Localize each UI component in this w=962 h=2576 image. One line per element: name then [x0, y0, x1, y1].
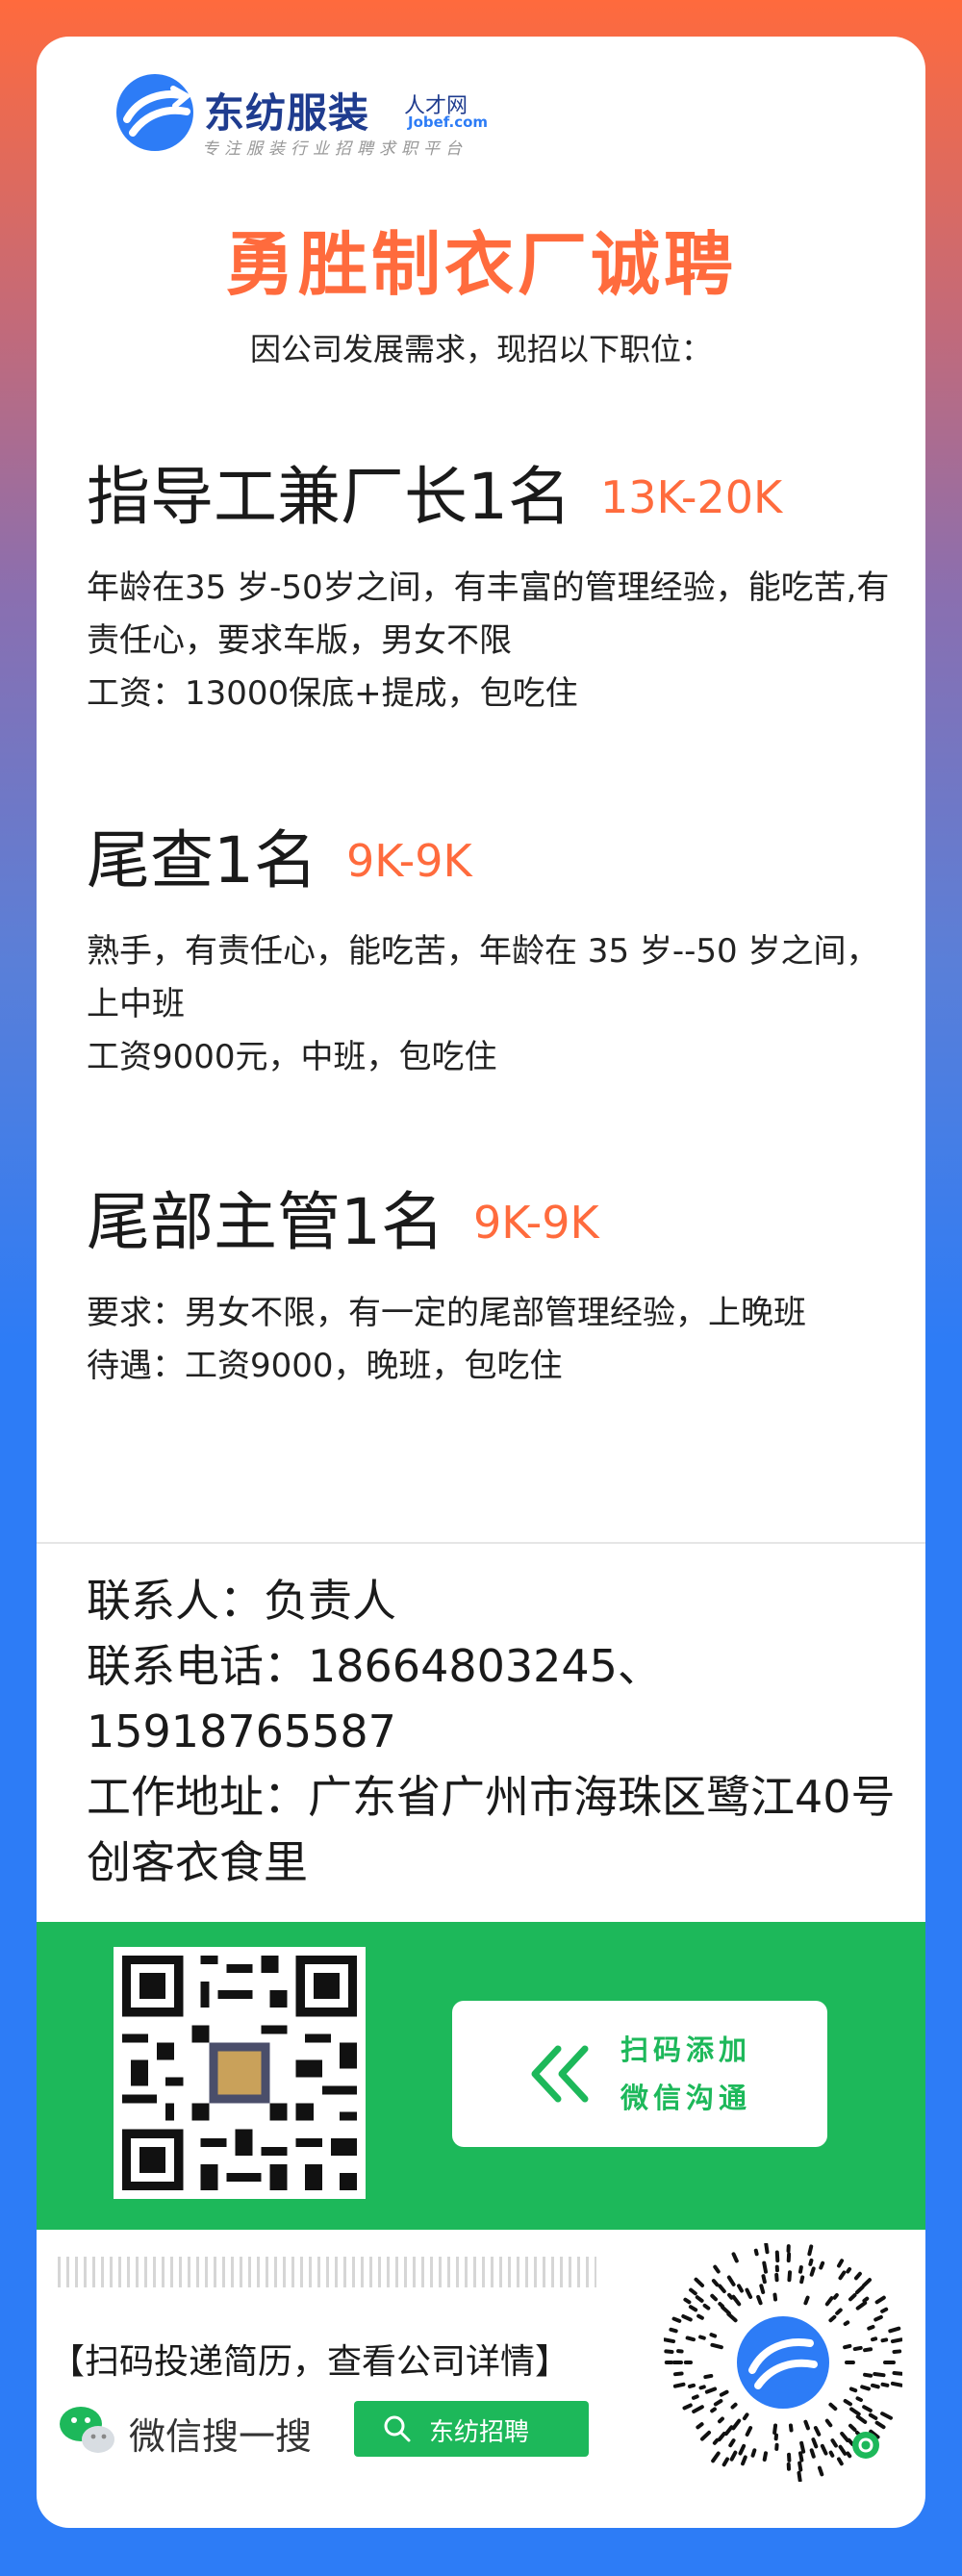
page-title: 勇胜制衣厂诚聘: [224, 224, 737, 305]
mini-program-code[interactable]: [664, 2243, 902, 2482]
job-item: 尾查1名 9K-9K 熟手，有责任心，能吃苦，年龄在 35 岁--50 岁之间，上…: [87, 814, 895, 1084]
logo-mark-icon: [116, 74, 193, 151]
job-desc-line: 工资：13000保底+提成，包吃住: [87, 673, 578, 713]
job-salary: 9K-9K: [473, 1196, 599, 1249]
job-desc-line: 工资9000元，中班，包吃住: [87, 1037, 497, 1076]
job-title: 尾部主管1名: [87, 1184, 444, 1259]
decorative-ticks: [58, 2257, 596, 2287]
job-item: 尾部主管1名 9K-9K 要求：男女不限，有一定的尾部管理经验，上晚班 待遇：工资…: [87, 1175, 895, 1393]
bottom-section: 【扫码投递简历，查看公司详情】 微信搜一搜 东纺招聘: [37, 2230, 925, 2528]
scan-resume-text: 【扫码投递简历，查看公司详情】: [50, 2342, 570, 2382]
wechat-add-label: 扫码添加 微信沟通: [620, 2026, 751, 2122]
logo-slogan: 专注服装行业招聘求职平台: [202, 139, 468, 159]
job-description: 要求：男女不限，有一定的尾部管理经验，上晚班 待遇：工资9000，晚班，包吃住: [87, 1287, 895, 1393]
job-desc-line: 要求：男女不限，有一定的尾部管理经验，上晚班: [87, 1293, 806, 1332]
poster-card: 东纺服装 人才网 Jobef.com 专注服装行业招聘求职平台 勇胜制衣厂诚聘 …: [37, 37, 925, 2528]
wechat-search-label: 微信搜一搜: [129, 2415, 313, 2458]
logo-domain: Jobef.com: [408, 114, 489, 131]
contact-address: 工作地址：广东省广州市海珠区鹭江40号创客衣食里: [87, 1771, 896, 1888]
contact-info: 联系人：负责人 联系电话：18664803245、15918765587 工作地…: [87, 1568, 904, 1895]
job-desc-line: 熟手，有责任心，能吃苦，年龄在 35 岁--50 岁之间，上中班: [87, 931, 879, 1023]
scan-add-wechat-button[interactable]: 扫码添加 微信沟通: [452, 2001, 827, 2147]
brand-logo: 东纺服装 人才网 Jobef.com 专注服装行业招聘求职平台: [114, 71, 518, 187]
divider: [37, 1542, 925, 1544]
wechat-add-line: 扫码添加: [620, 2033, 752, 2066]
contact-phone[interactable]: 联系电话：18664803245、15918765587: [87, 1633, 904, 1764]
job-salary: 9K-9K: [346, 834, 472, 887]
job-desc-line: 年龄在35 岁-50岁之间，有丰富的管理经验，能吃苦,有责任心，要求车版，男女不…: [87, 568, 890, 660]
wechat-search-row: 微信搜一搜 东纺招聘: [56, 2401, 595, 2459]
logo-name: 东纺服装: [204, 89, 370, 137]
job-description: 年龄在35 岁-50岁之间，有丰富的管理经验，能吃苦,有责任心，要求车版，男女不…: [87, 562, 895, 720]
search-query: 东纺招聘: [429, 2418, 530, 2447]
page-subtitle: 因公司发展需求，现招以下职位：: [249, 331, 712, 367]
contact-person: 联系人：负责人: [87, 1575, 396, 1627]
wechat-add-line: 微信沟通: [620, 2082, 752, 2114]
job-title: 尾查1名: [87, 822, 317, 897]
search-box[interactable]: 东纺招聘: [354, 2401, 589, 2457]
job-item: 指导工兼厂长1名 13K-20K 年龄在35 岁-50岁之间，有丰富的管理经验，能…: [87, 450, 895, 720]
job-salary: 13K-20K: [600, 470, 783, 523]
double-chevron-left-icon: [531, 2045, 589, 2103]
wechat-qr-code[interactable]: [114, 1947, 366, 2199]
wechat-add-section: 扫码添加 微信沟通: [37, 1922, 925, 2230]
job-title: 指导工兼厂长1名: [87, 459, 571, 534]
job-desc-line: 待遇：工资9000，晚班，包吃住: [87, 1346, 563, 1385]
search-icon: [384, 2415, 411, 2442]
wechat-icon: [60, 2407, 114, 2453]
job-description: 熟手，有责任心，能吃苦，年龄在 35 岁--50 岁之间，上中班 工资9000元…: [87, 925, 895, 1084]
